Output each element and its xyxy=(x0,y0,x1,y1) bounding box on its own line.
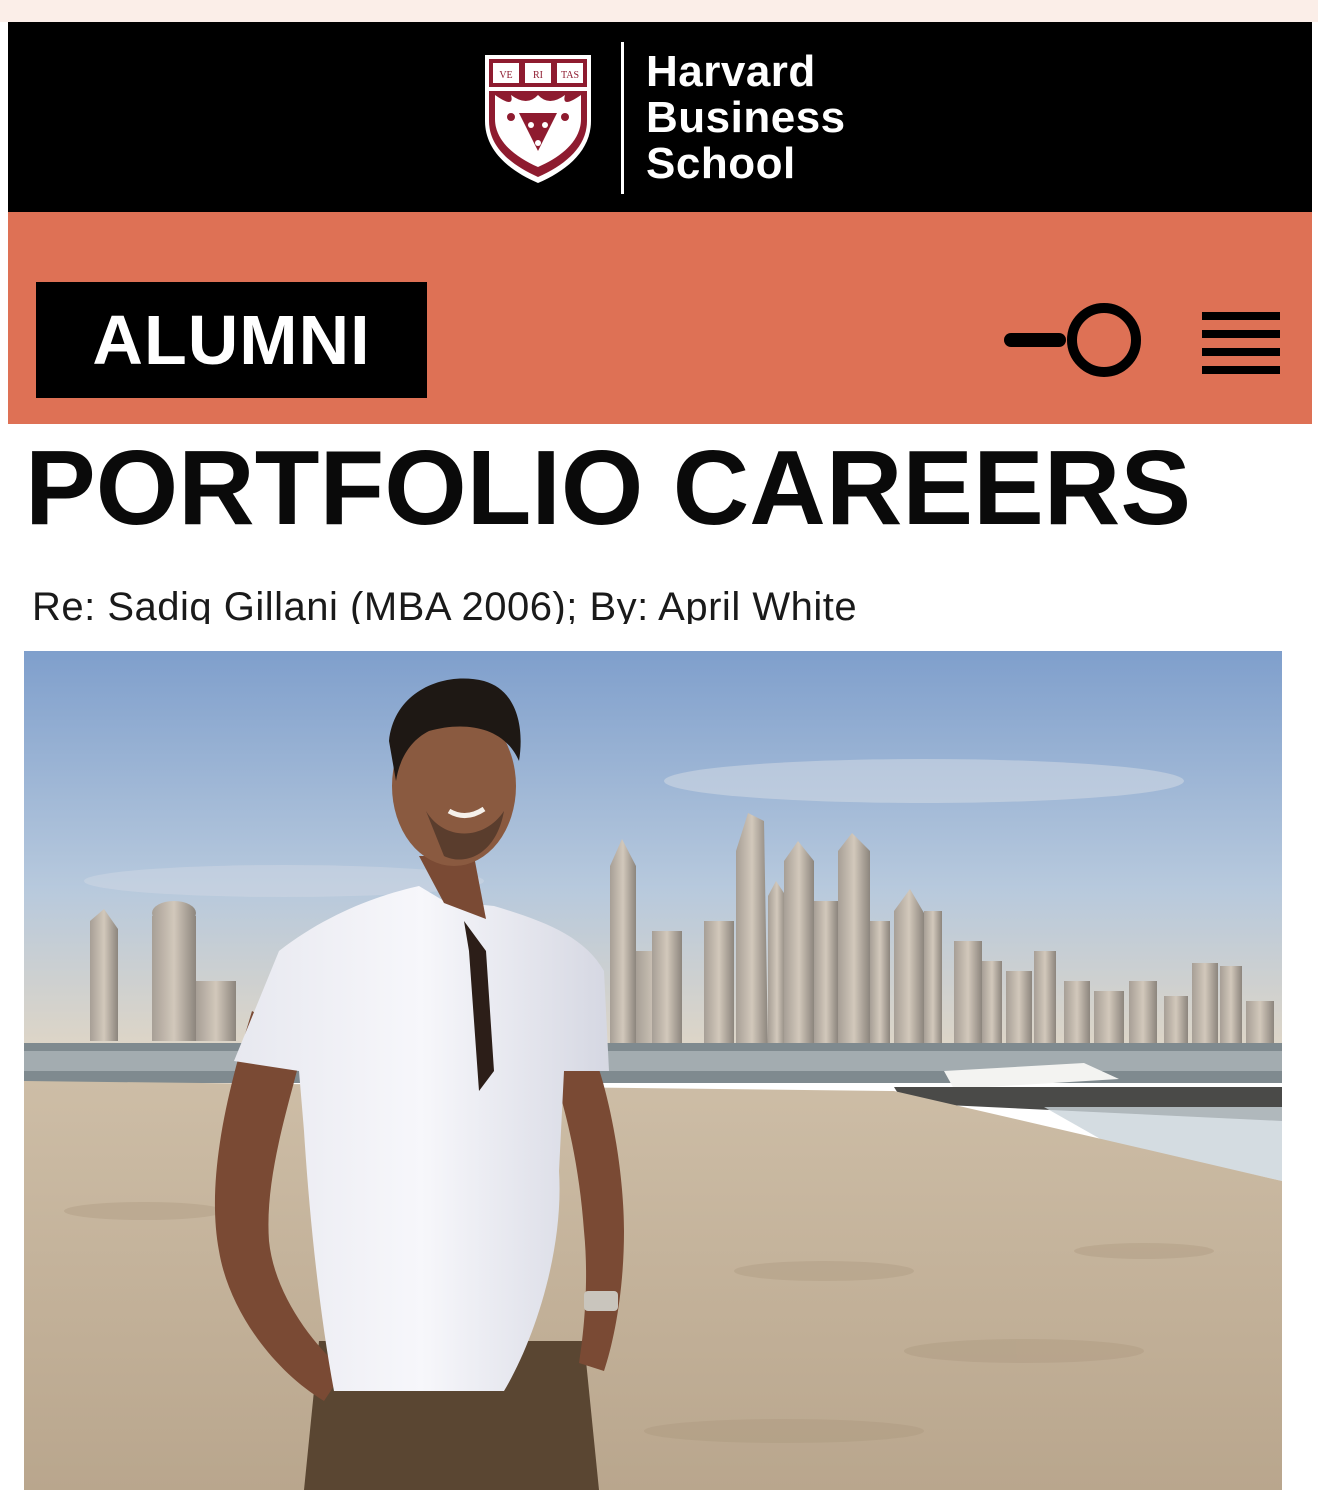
alumni-section-label[interactable]: ALUMNI xyxy=(36,282,427,398)
svg-text:TAS: TAS xyxy=(561,70,579,81)
section-nav-bar: ALUMNI xyxy=(8,212,1312,424)
page: VE RI TAS Harvard Business School ALUMNI xyxy=(8,22,1312,424)
wordmark-line-2: Business xyxy=(646,92,846,142)
svg-text:VE: VE xyxy=(499,70,512,81)
logo-divider xyxy=(621,41,624,194)
menu-button[interactable] xyxy=(1198,308,1284,376)
hbs-logo[interactable]: VE RI TAS Harvard Business School xyxy=(481,40,846,195)
search-icon xyxy=(1004,303,1141,377)
wordmark-line-1: Harvard xyxy=(646,46,816,96)
hbs-wordmark: Harvard Business School xyxy=(646,46,846,188)
article-byline: Re: Sadiq Gillani (MBA 2006); By: April … xyxy=(32,585,858,624)
hamburger-menu-icon xyxy=(1202,312,1280,374)
wordmark-line-3: School xyxy=(646,138,796,188)
article-hero-photo xyxy=(24,651,1282,1490)
article-title: PORTFOLIO CAREERS xyxy=(25,429,1192,547)
hbs-shield-icon: VE RI TAS xyxy=(485,54,591,183)
svg-text:RI: RI xyxy=(533,70,543,81)
top-strip xyxy=(0,0,1318,22)
search-button[interactable] xyxy=(998,300,1148,380)
brand-header: VE RI TAS Harvard Business School xyxy=(8,22,1312,212)
